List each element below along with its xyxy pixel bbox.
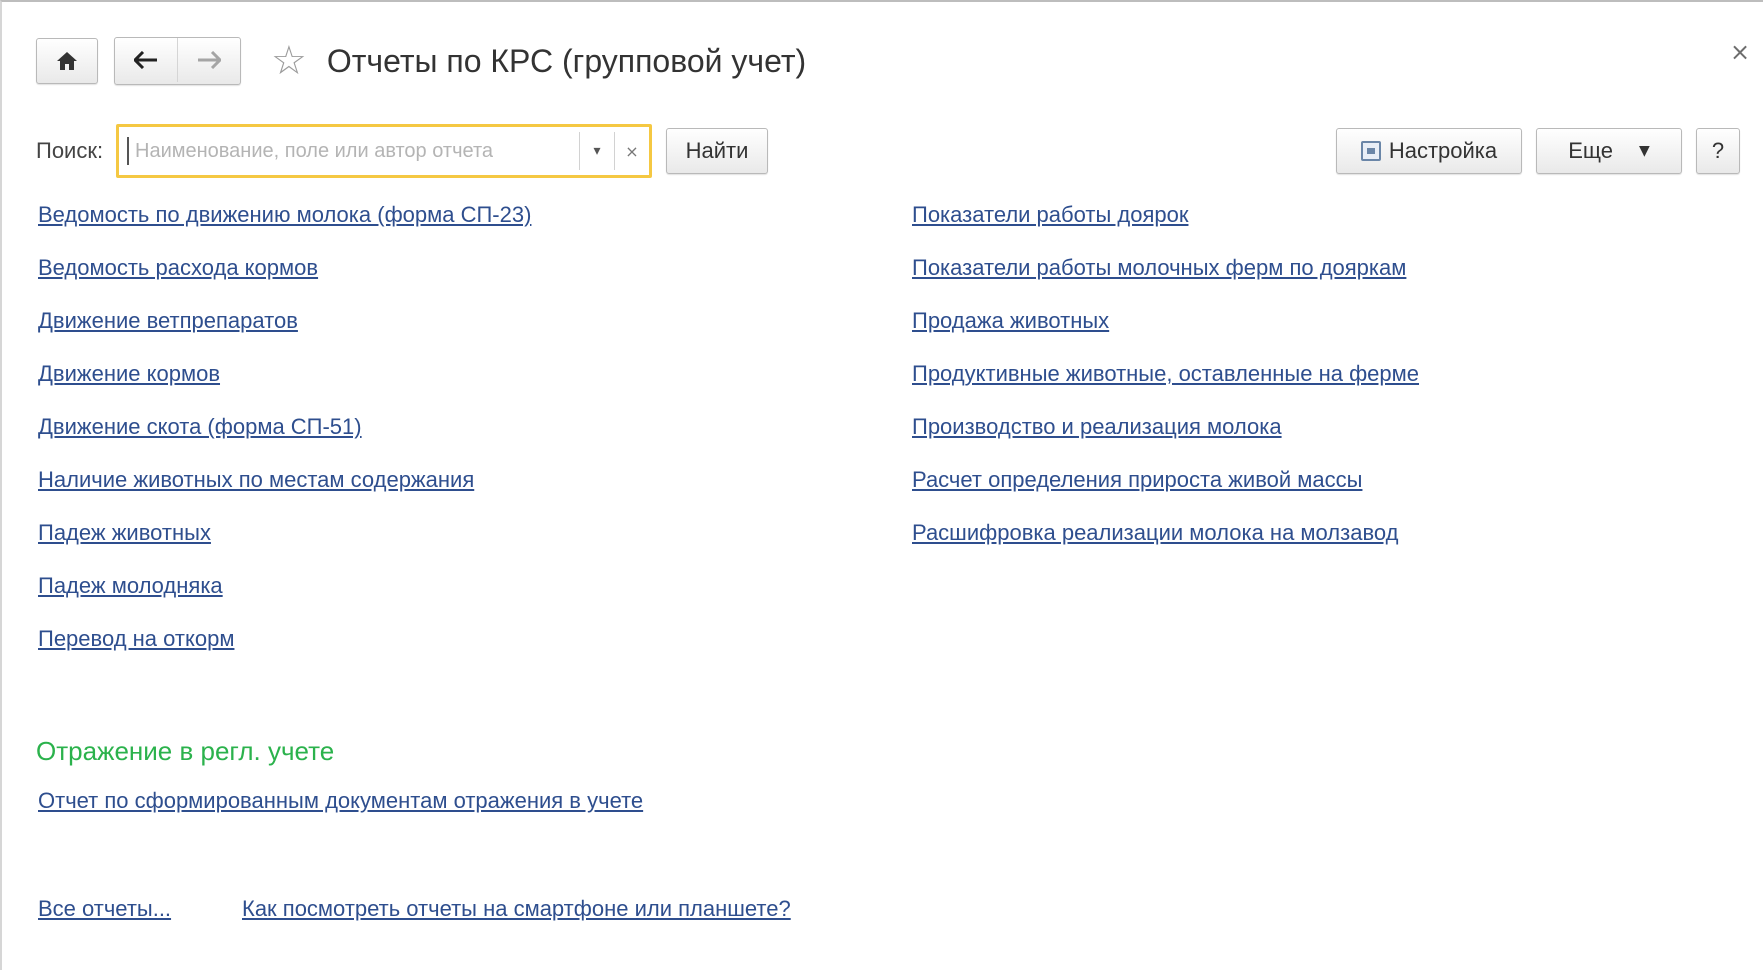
report-link[interactable]: Падеж животных <box>38 516 531 569</box>
chevron-down-icon: ▾ <box>593 143 601 159</box>
reports-list-left: Ведомость по движению молока (форма СП-2… <box>38 198 531 675</box>
search-clear-button[interactable]: × <box>615 127 649 175</box>
all-reports-link[interactable]: Все отчеты... <box>38 896 171 922</box>
back-button[interactable] <box>115 38 178 82</box>
home-button[interactable] <box>36 38 98 84</box>
report-link[interactable]: Движение кормов <box>38 357 531 410</box>
settings-label: Настройка <box>1388 138 1498 163</box>
search-dropdown-button[interactable]: ▾ <box>580 127 614 175</box>
report-link[interactable]: Ведомость по движению молока (форма СП-2… <box>38 198 531 251</box>
report-link[interactable]: Показатели работы доярок <box>912 198 1419 251</box>
report-link[interactable]: Ведомость расхода кормов <box>38 251 531 304</box>
report-link[interactable]: Производство и реализация молока <box>912 410 1419 463</box>
search-label: Поиск: <box>36 138 104 163</box>
report-link[interactable]: Расшифровка реализации молока на молзаво… <box>912 516 1419 569</box>
arrow-left-icon <box>134 51 157 69</box>
report-link-regl[interactable]: Отчет по сформированным документам отраж… <box>38 788 643 814</box>
report-link[interactable]: Наличие животных по местам содержания <box>38 463 531 516</box>
report-link[interactable]: Продуктивные животные, оставленные на фе… <box>912 357 1419 410</box>
more-button[interactable]: Еще ▼ <box>1536 128 1682 174</box>
dropdown-triangle-icon: ▼ <box>1638 143 1650 159</box>
report-link[interactable]: Продажа животных <box>912 304 1419 357</box>
section-title-regl: Отражение в регл. учете <box>36 736 335 766</box>
history-navigation <box>114 37 241 85</box>
report-link[interactable]: Падеж молодняка <box>38 569 531 622</box>
find-button[interactable]: Найти <box>666 128 768 174</box>
clear-icon: × <box>625 141 639 161</box>
forward-button[interactable] <box>178 38 240 82</box>
search-field[interactable]: ▾ × <box>116 124 652 178</box>
page-title: Отчеты по КРС (групповой учет) <box>326 42 807 79</box>
report-link[interactable]: Движение скота (форма СП-51) <box>38 410 531 463</box>
favorite-star-icon[interactable]: ☆ <box>271 41 307 81</box>
close-icon[interactable]: × <box>1730 38 1750 66</box>
report-link[interactable]: Показатели работы молочных ферм по доярк… <box>912 251 1419 304</box>
search-input[interactable] <box>127 137 579 165</box>
report-panel-window: ☆ Отчеты по КРС (групповой учет) × Поиск… <box>0 0 1763 970</box>
report-link[interactable]: Перевод на откорм <box>38 622 531 675</box>
home-icon <box>57 52 77 70</box>
settings-icon <box>1360 141 1381 161</box>
more-label: Еще <box>1568 138 1613 163</box>
mobile-help-link[interactable]: Как посмотреть отчеты на смартфоне или п… <box>242 896 791 922</box>
report-link[interactable]: Движение ветпрепаратов <box>38 304 531 357</box>
header-bar: ☆ Отчеты по КРС (групповой учет) <box>36 37 807 85</box>
arrow-right-icon <box>198 51 221 69</box>
reports-list-right: Показатели работы доярок Показатели рабо… <box>912 198 1419 569</box>
help-button[interactable]: ? <box>1696 128 1740 174</box>
settings-button[interactable]: Настройка <box>1336 128 1522 174</box>
report-link[interactable]: Расчет определения прироста живой массы <box>912 463 1419 516</box>
